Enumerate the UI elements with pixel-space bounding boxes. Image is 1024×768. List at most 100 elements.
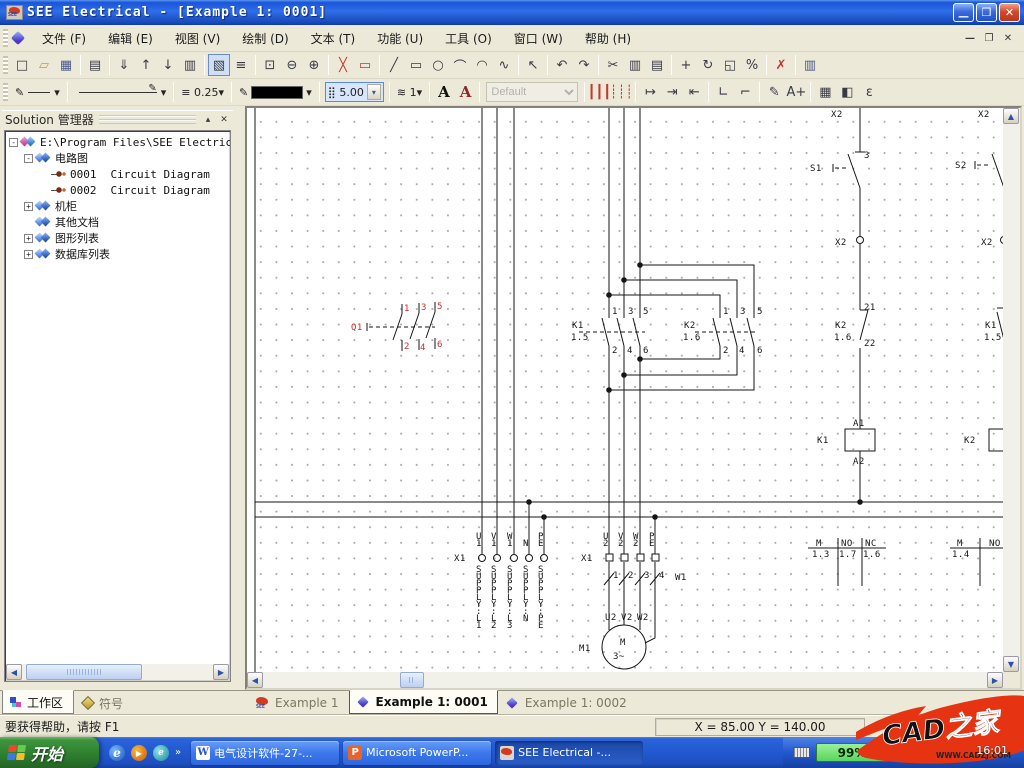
rotate-icon[interactable]: ↻ bbox=[697, 54, 719, 76]
scroll-left-icon[interactable]: ◀ bbox=[247, 672, 263, 688]
copy-icon[interactable]: ▥ bbox=[624, 54, 646, 76]
potential-bars-dotted-icon[interactable]: ┊┊┊ bbox=[610, 81, 632, 103]
solution-explorer-toggle-icon[interactable]: ▧ bbox=[208, 54, 230, 76]
page-up-icon[interactable]: ↑ bbox=[135, 54, 157, 76]
tab-close-icon[interactable]: ✕ bbox=[1011, 698, 1018, 707]
undo-icon[interactable]: ↶ bbox=[551, 54, 573, 76]
tab-scroll-right-icon[interactable]: ▶ bbox=[998, 698, 1004, 707]
cut-icon[interactable]: ✂ bbox=[602, 54, 624, 76]
redo-icon[interactable]: ↷ bbox=[573, 54, 595, 76]
mdi-restore-button[interactable]: ❐ bbox=[981, 31, 997, 45]
grid-size-dropdown[interactable]: ⣿ 5.00▾ bbox=[325, 82, 384, 102]
tree-item[interactable]: +数据库列表 bbox=[7, 246, 228, 262]
draw-arc-icon[interactable]: ⌒ bbox=[449, 54, 471, 76]
taskbar-button[interactable]: Microsoft PowerP... bbox=[343, 741, 491, 765]
text-add-icon[interactable]: A+ bbox=[785, 81, 807, 103]
start-button[interactable]: 开始 bbox=[0, 737, 99, 768]
panel-header[interactable]: Solution 管理器 ▴ ✕ bbox=[2, 110, 233, 128]
scroll-up-icon[interactable]: ▲ bbox=[1003, 108, 1019, 124]
symbol-multi-icon[interactable]: ε bbox=[858, 81, 880, 103]
mdi-minimize-button[interactable]: — bbox=[962, 31, 978, 45]
collapse-icon[interactable]: - bbox=[9, 138, 18, 147]
menu-item[interactable]: 编辑 (E) bbox=[97, 26, 164, 51]
text-edit-icon[interactable]: ✎ bbox=[763, 81, 785, 103]
wire-corner-down-icon[interactable]: ∟ bbox=[712, 81, 734, 103]
toolbar-grip[interactable] bbox=[3, 83, 8, 101]
taskbar-button[interactable]: SEE Electrical -... bbox=[495, 741, 643, 765]
panel-tab-symbol[interactable]: 符号 bbox=[74, 691, 134, 715]
move-icon[interactable]: + bbox=[675, 54, 697, 76]
menu-item[interactable]: 窗口 (W) bbox=[503, 26, 574, 51]
menu-item[interactable]: 帮助 (H) bbox=[574, 26, 642, 51]
scroll-left-icon[interactable]: ◀ bbox=[6, 664, 22, 680]
scroll-thumb[interactable] bbox=[400, 672, 424, 688]
tree-item[interactable]: -电路图 bbox=[7, 150, 228, 166]
tree-item[interactable]: 0001Circuit Diagram bbox=[7, 166, 228, 182]
tree-item[interactable]: 0002Circuit Diagram bbox=[7, 182, 228, 198]
page-manager-icon[interactable]: ▥ bbox=[179, 54, 201, 76]
zoom-in-icon[interactable]: ⊕ bbox=[303, 54, 325, 76]
scroll-right-icon[interactable]: ▶ bbox=[213, 664, 229, 680]
restore-button[interactable]: ❒ bbox=[976, 3, 997, 22]
line-style-dropdown[interactable]: ✎▾ bbox=[73, 82, 169, 102]
expand-icon[interactable]: + bbox=[24, 234, 33, 243]
symbol-grid-icon[interactable]: ▦ bbox=[814, 81, 836, 103]
power-plug-icon[interactable] bbox=[894, 747, 906, 759]
document-tab[interactable]: SEEExample 1 bbox=[248, 691, 349, 715]
toolbar-grip[interactable] bbox=[3, 56, 8, 74]
media-player-icon[interactable]: ▶ bbox=[131, 745, 147, 761]
canvas-vertical-scrollbar[interactable]: ▲ ▼ bbox=[1003, 108, 1020, 672]
internet-explorer-icon[interactable]: e bbox=[109, 745, 125, 761]
panel-pin-icon[interactable]: ▴ bbox=[201, 113, 215, 126]
collapse-icon[interactable]: - bbox=[24, 154, 33, 163]
new-file-icon[interactable]: □ bbox=[11, 54, 33, 76]
menu-item[interactable]: 工具 (O) bbox=[434, 26, 503, 51]
tree-item[interactable]: +机柜 bbox=[7, 198, 228, 214]
expand-icon[interactable]: + bbox=[24, 202, 33, 211]
tree-item[interactable]: +图形列表 bbox=[7, 230, 228, 246]
wire-from-terminal-icon[interactable]: ⇤ bbox=[683, 81, 705, 103]
wire-to-terminal-icon[interactable]: ⇥ bbox=[661, 81, 683, 103]
quick-launch-more-icon[interactable]: » bbox=[175, 747, 181, 758]
explorer-icon[interactable]: e bbox=[153, 745, 169, 761]
draw-ellipse-icon[interactable]: ◠ bbox=[471, 54, 493, 76]
menu-item[interactable]: 视图 (V) bbox=[164, 26, 231, 51]
close-button[interactable]: ✕ bbox=[999, 3, 1020, 22]
layer-dropdown[interactable]: ≋ 1▾ bbox=[395, 82, 424, 102]
scroll-right-icon[interactable]: ▶ bbox=[987, 672, 1003, 688]
page-down-icon[interactable]: ↓ bbox=[157, 54, 179, 76]
draw-circle-icon[interactable]: ○ bbox=[427, 54, 449, 76]
color-dropdown[interactable]: ✎▾ bbox=[237, 82, 314, 102]
taskbar-button[interactable]: 电气设计软件-27-... bbox=[191, 741, 339, 765]
tree-item[interactable]: -E:\Program Files\SEE Electrica bbox=[7, 134, 228, 150]
line-width-dropdown[interactable]: ≡ 0.25▾ bbox=[179, 82, 226, 102]
pen-style-dropdown[interactable]: ✎▾ bbox=[13, 82, 62, 102]
line-list-icon[interactable]: ≡ bbox=[230, 54, 252, 76]
scroll-down-icon[interactable]: ▼ bbox=[1003, 656, 1019, 672]
scroll-thumb[interactable] bbox=[26, 664, 142, 680]
draw-spline-icon[interactable]: ∿ bbox=[493, 54, 515, 76]
zoom-page-icon[interactable]: ⊡ bbox=[259, 54, 281, 76]
canvas-horizontal-scrollbar[interactable]: ◀ ▶ bbox=[247, 672, 1003, 688]
tab-scroll-left-icon[interactable]: ◀ bbox=[985, 698, 991, 707]
save-icon[interactable]: ▦ bbox=[55, 54, 77, 76]
print-icon[interactable]: ▤ bbox=[84, 54, 106, 76]
menu-item[interactable]: 绘制 (D) bbox=[231, 26, 299, 51]
tray-language-icon[interactable]: ◀ bbox=[912, 746, 926, 760]
menu-item[interactable]: 功能 (U) bbox=[366, 26, 434, 51]
symbol-pin-icon[interactable]: ◧ bbox=[836, 81, 858, 103]
keyboard-layout-icon[interactable] bbox=[793, 747, 810, 758]
draw-rectangle-icon[interactable]: ▭ bbox=[405, 54, 427, 76]
open-folder-icon[interactable]: ▱ bbox=[33, 54, 55, 76]
panel-tab-workspace[interactable]: 工作区 bbox=[2, 690, 74, 714]
paste-icon[interactable]: ▤ bbox=[646, 54, 668, 76]
panel-close-icon[interactable]: ✕ bbox=[217, 113, 231, 126]
menu-item[interactable]: 文件 (F) bbox=[31, 26, 97, 51]
battery-indicator[interactable]: 99% bbox=[816, 743, 888, 762]
tree-item[interactable]: 其他文档 bbox=[7, 214, 228, 230]
scale-icon[interactable]: ◱ bbox=[719, 54, 741, 76]
erase-icon[interactable]: ╳ bbox=[332, 54, 354, 76]
panel-horizontal-scrollbar[interactable]: ◀ ▶ bbox=[6, 664, 229, 680]
document-tab[interactable]: Example 1: 0002 bbox=[498, 691, 637, 715]
percent-icon[interactable]: % bbox=[741, 54, 763, 76]
